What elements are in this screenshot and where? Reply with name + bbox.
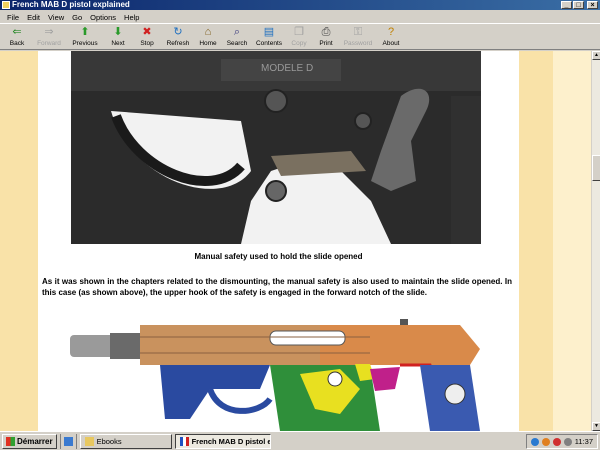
print-icon: ⎙ bbox=[321, 26, 331, 38]
scroll-thumb[interactable] bbox=[592, 155, 600, 181]
toolbar-label: Back bbox=[9, 40, 25, 47]
window-title: French MAB D pistol explained bbox=[12, 0, 130, 9]
toolbar-label: Print bbox=[319, 40, 333, 47]
copy-button[interactable]: ❐ Copy bbox=[286, 24, 312, 49]
search-button[interactable]: ⌕ Search bbox=[222, 24, 252, 49]
book-icon bbox=[179, 436, 189, 446]
menu-options[interactable]: Options bbox=[86, 13, 120, 22]
toolbar-label: Search bbox=[226, 40, 248, 47]
forward-arrow-icon: ⇒ bbox=[44, 26, 54, 38]
up-arrow-icon: ⬆ bbox=[80, 26, 90, 38]
start-button[interactable]: Démarrer bbox=[2, 433, 57, 449]
stop-icon: ✖ bbox=[142, 26, 152, 38]
menu-edit[interactable]: Edit bbox=[23, 13, 44, 22]
task-ebooks[interactable]: Ebooks bbox=[79, 433, 172, 449]
toolbar-label: Stop bbox=[140, 40, 154, 47]
about-button[interactable]: ? About bbox=[376, 24, 406, 49]
photo-stamp: MODELE D bbox=[261, 63, 313, 74]
down-arrow-icon: ⬇ bbox=[113, 26, 123, 38]
password-button[interactable]: ⚿ Password bbox=[340, 24, 376, 49]
toolbar-label: Password bbox=[343, 40, 373, 47]
body-paragraph: As it was shown in the chapters related … bbox=[42, 277, 512, 297]
home-icon: ⌂ bbox=[204, 26, 212, 38]
toolbar-label: Home bbox=[199, 40, 217, 47]
title-bar: French MAB D pistol explained _ □ × bbox=[0, 0, 600, 10]
maximize-button[interactable]: □ bbox=[573, 1, 584, 9]
close-button[interactable]: × bbox=[587, 1, 598, 9]
desktop-icon[interactable] bbox=[63, 436, 73, 446]
network-icon[interactable] bbox=[530, 437, 539, 446]
toolbar-label: Previous bbox=[72, 40, 98, 47]
scroll-up-button[interactable]: ▲ bbox=[592, 51, 600, 60]
page-margin-far-right bbox=[553, 51, 591, 431]
toolbar-label: Next bbox=[111, 40, 125, 47]
window-controls: _ □ × bbox=[561, 1, 598, 9]
page-body: MODELE D Manual safety used to hold the … bbox=[38, 51, 519, 431]
scroll-down-button[interactable]: ▼ bbox=[592, 422, 600, 431]
minimize-button[interactable]: _ bbox=[561, 1, 572, 9]
menu-help[interactable]: Help bbox=[120, 13, 143, 22]
vertical-scrollbar[interactable]: ▲ ▼ bbox=[591, 51, 600, 431]
pistol-cutaway-diagram bbox=[70, 319, 510, 431]
next-button[interactable]: ⬇ Next bbox=[104, 24, 132, 49]
print-button[interactable]: ⎙ Print bbox=[312, 24, 340, 49]
toolbar: ⇐ Back ⇒ Forward ⬆ Previous ⬇ Next ✖ Stop ↻ Refresh… bbox=[0, 23, 600, 50]
menu-view[interactable]: View bbox=[44, 13, 68, 22]
volume-icon[interactable] bbox=[563, 437, 572, 446]
menu-go[interactable]: Go bbox=[68, 13, 86, 22]
back-arrow-icon: ⇐ bbox=[12, 26, 22, 38]
about-icon: ? bbox=[387, 26, 395, 38]
task-french-mab[interactable]: French MAB D pistol e... bbox=[174, 433, 271, 449]
page-margin-right bbox=[519, 51, 553, 431]
task-label: Ebooks bbox=[96, 436, 122, 446]
folder-icon bbox=[84, 436, 94, 446]
contents-button[interactable]: ▤ Contents bbox=[252, 24, 286, 49]
antivirus-icon[interactable] bbox=[541, 437, 550, 446]
toolbar-label: Refresh bbox=[166, 40, 190, 47]
photo-caption: Manual safety used to hold the slide ope… bbox=[194, 252, 363, 261]
toolbar-label: Copy bbox=[291, 40, 307, 47]
clock[interactable]: 11:37 bbox=[575, 437, 593, 446]
copy-icon: ❐ bbox=[294, 26, 304, 38]
key-icon: ⚿ bbox=[353, 26, 363, 38]
previous-button[interactable]: ⬆ Previous bbox=[66, 24, 104, 49]
menu-bar: File Edit View Go Options Help bbox=[0, 11, 600, 23]
start-label: Démarrer bbox=[17, 436, 53, 446]
security-icon[interactable] bbox=[552, 437, 561, 446]
content-area: MODELE D Manual safety used to hold the … bbox=[0, 51, 600, 431]
forward-button[interactable]: ⇒ Forward bbox=[32, 24, 66, 49]
toolbar-label: Forward bbox=[37, 40, 61, 47]
contents-icon: ▤ bbox=[263, 26, 275, 38]
toolbar-label: About bbox=[382, 40, 400, 47]
back-button[interactable]: ⇐ Back bbox=[2, 24, 32, 49]
quick-launch bbox=[59, 433, 77, 449]
refresh-icon: ↻ bbox=[173, 26, 183, 38]
taskbar: Démarrer Ebooks French MAB D pistol e...… bbox=[0, 431, 600, 450]
refresh-button[interactable]: ↻ Refresh bbox=[162, 24, 194, 49]
task-label: French MAB D pistol e... bbox=[191, 436, 271, 446]
pistol-frame-photo: MODELE D bbox=[71, 51, 481, 244]
home-button[interactable]: ⌂ Home bbox=[194, 24, 222, 49]
windows-logo-icon bbox=[6, 436, 15, 446]
menu-file[interactable]: File bbox=[3, 13, 23, 22]
system-tray: 11:37 bbox=[525, 434, 598, 449]
search-icon: ⌕ bbox=[233, 26, 241, 38]
stop-button[interactable]: ✖ Stop bbox=[132, 24, 162, 49]
toolbar-label: Contents bbox=[255, 40, 283, 47]
page-margin-left bbox=[0, 51, 38, 431]
app-icon bbox=[2, 1, 10, 9]
